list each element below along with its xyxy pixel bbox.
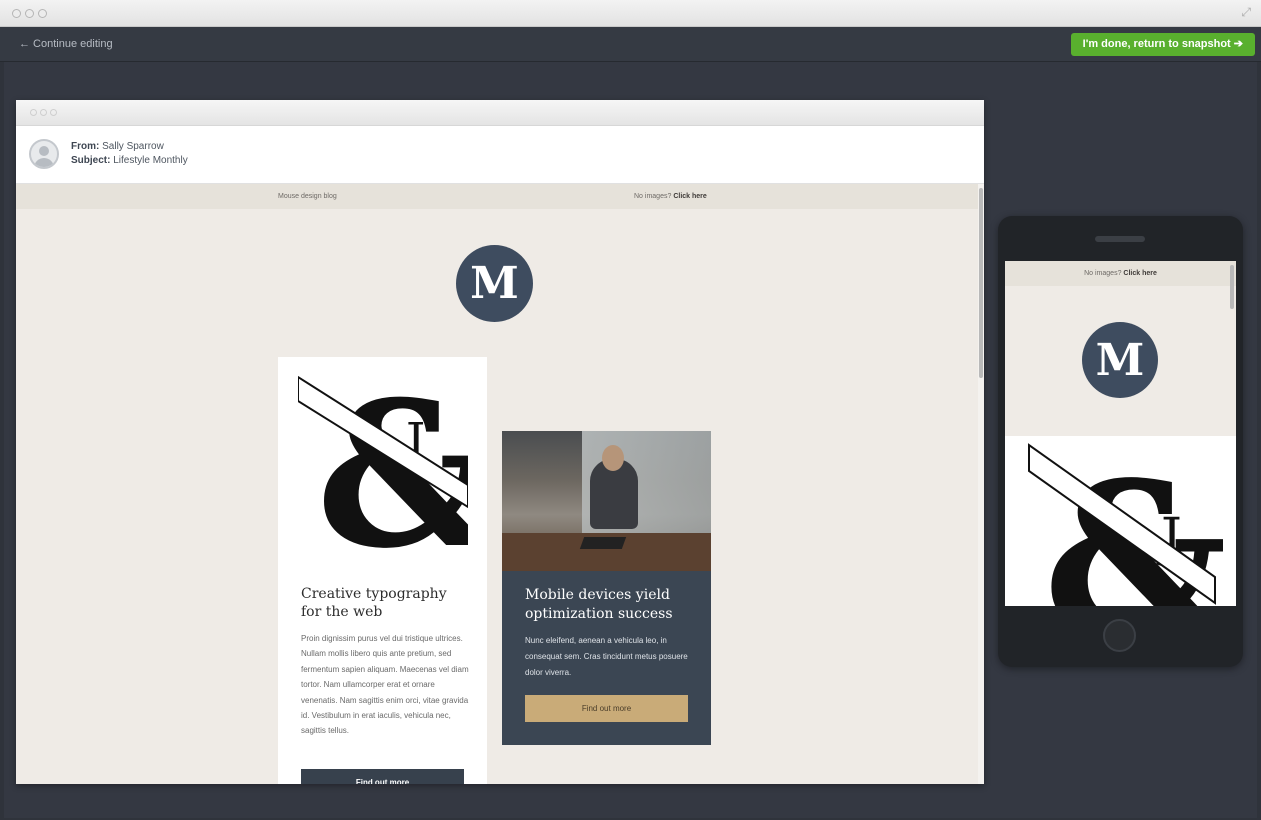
zoom-window-button[interactable]: [38, 9, 47, 18]
preheader-no-images: No images? Click here: [634, 193, 707, 200]
preview-toolbar: ← Continue editing I'm done, return to s…: [0, 27, 1261, 62]
mobile-scroll-thumb[interactable]: [1230, 265, 1234, 309]
desktop-minimize-dot: [40, 109, 47, 116]
photo-tablet: [579, 537, 627, 549]
sender-avatar: [29, 139, 59, 169]
mobile-logo-area: M: [1005, 286, 1236, 436]
subject-line: Subject: Lifestyle Monthly: [71, 154, 188, 168]
minimize-window-button[interactable]: [25, 9, 34, 18]
mobile-click-here-link[interactable]: Click here: [1123, 270, 1156, 277]
email-body-canvas[interactable]: Mouse design blog No images? Click here …: [16, 184, 978, 784]
mobile-brand-logo: M: [1082, 322, 1158, 398]
window-titlebar: ⤢: [0, 0, 1261, 27]
return-to-snapshot-button[interactable]: I'm done, return to snapshot ➔: [1070, 33, 1255, 56]
typography-card: & J Creative typography for the web Proi…: [278, 357, 487, 784]
mobile-no-images-text: No images?: [1084, 270, 1122, 277]
mobile-screen[interactable]: No images? Click here M & J: [1005, 261, 1236, 606]
close-window-button[interactable]: [12, 9, 21, 18]
phone-speaker: [1095, 236, 1145, 242]
from-line: From: Sally Sparrow: [71, 140, 188, 154]
card2-title: Mobile devices yield optimization succes…: [525, 587, 673, 622]
avatar-head-icon: [39, 146, 49, 156]
email-meta: From: Sally Sparrow Subject: Lifestyle M…: [71, 140, 188, 168]
click-here-link[interactable]: Click here: [673, 193, 706, 200]
desktop-close-dot: [30, 109, 37, 116]
preheader-bar: Mouse design blog No images? Click here: [16, 184, 978, 209]
window-controls: [12, 9, 47, 18]
svg-text:&: &: [316, 367, 468, 562]
subject-value: Lifestyle Monthly: [113, 155, 188, 166]
card1-find-out-more-button[interactable]: Find out more: [301, 769, 464, 784]
subject-label: Subject:: [71, 155, 111, 166]
fullscreen-icon[interactable]: ⤢: [1241, 5, 1251, 20]
mobile-devices-card: Mobile devices yield optimization succes…: [502, 431, 711, 745]
no-images-text: No images?: [634, 193, 672, 200]
desktop-window-controls: [30, 109, 57, 116]
mobile-preview-device: No images? Click here M & J: [998, 216, 1243, 667]
card1-body: Proin dignissim purus vel dui tristique …: [301, 634, 469, 736]
preheader-blog-link[interactable]: Mouse design blog: [278, 193, 337, 200]
continue-editing-link[interactable]: ← Continue editing: [19, 38, 113, 50]
photo-face: [602, 445, 624, 471]
desktop-zoom-dot: [50, 109, 57, 116]
card2-body: Nunc eleifend, aenean a vehicula leo, in…: [525, 636, 688, 677]
brand-logo: M: [456, 245, 533, 322]
card1-title: Creative typography for the web: [301, 586, 447, 620]
from-label: From:: [71, 141, 100, 152]
from-value: Sally Sparrow: [102, 141, 164, 152]
mobile-ampersand-illustration: & J: [1028, 443, 1223, 606]
mobile-preheader: No images? Click here: [1005, 261, 1236, 286]
desktop-window-chrome: [16, 100, 984, 126]
card2-find-out-more-button[interactable]: Find out more: [525, 695, 688, 722]
desktop-preview-window: From: Sally Sparrow Subject: Lifestyle M…: [16, 100, 984, 784]
email-header: From: Sally Sparrow Subject: Lifestyle M…: [16, 126, 984, 184]
cafe-photo: [502, 431, 711, 571]
ampersand-illustration: & J: [298, 367, 468, 562]
phone-home-button[interactable]: [1103, 619, 1136, 652]
desktop-scroll-thumb[interactable]: [979, 188, 983, 378]
avatar-body-icon: [34, 158, 54, 167]
